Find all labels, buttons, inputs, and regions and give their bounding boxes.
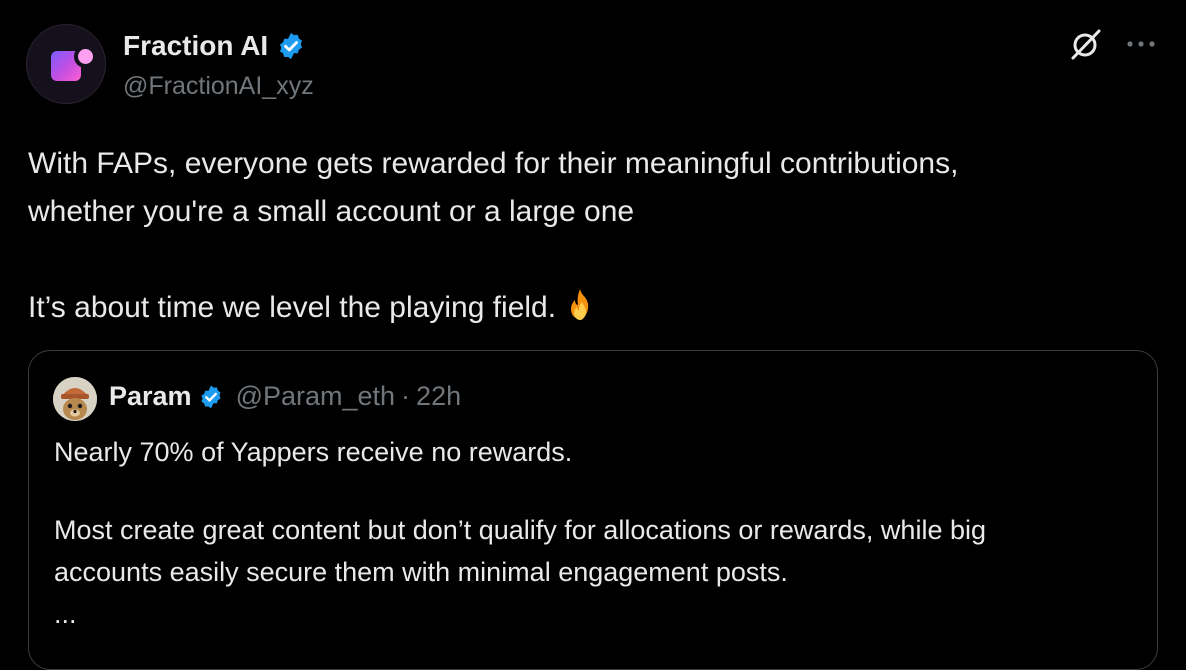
- tweet-top-actions: [1068, 26, 1158, 62]
- param-avatar[interactable]: [53, 377, 97, 421]
- quoted-tweet-body: Nearly 70% of Yappers receive no rewards…: [54, 431, 1144, 635]
- quoted-author-name[interactable]: Param: [109, 381, 192, 412]
- author-display-name[interactable]: Fraction AI: [123, 30, 268, 62]
- param-avatar-image: [53, 377, 97, 421]
- quoted-tweet-card[interactable]: Param @Param_eth · 22h Nearly 70% of Yap…: [28, 350, 1158, 670]
- verified-badge-icon: [280, 32, 303, 60]
- tweet-line-1: With FAPs, everyone gets rewarded for th…: [28, 147, 959, 180]
- avatar-logo-dot: [74, 45, 97, 68]
- quoted-line-3: accounts easily secure them with minimal…: [54, 557, 788, 587]
- quoted-timestamp[interactable]: 22h: [416, 381, 461, 412]
- author-name-row: Fraction AI: [123, 28, 306, 64]
- quoted-ellipsis: ...: [54, 599, 77, 629]
- quoted-line-2: Most create great content but don’t qual…: [54, 515, 986, 545]
- tweet-line-3: It’s about time we level the playing fie…: [28, 291, 557, 324]
- quoted-line-1: Nearly 70% of Yappers receive no rewards…: [54, 437, 573, 467]
- grok-icon[interactable]: [1068, 26, 1104, 62]
- tweet-body: With FAPs, everyone gets rewarded for th…: [28, 140, 1158, 332]
- fire-icon: [571, 289, 589, 320]
- tweet-line-3-wrap: It’s about time we level the playing fie…: [28, 284, 1158, 332]
- quoted-author-handle[interactable]: @Param_eth: [236, 381, 395, 412]
- quoted-separator: ·: [401, 381, 411, 411]
- author-handle[interactable]: @FractionAI_xyz: [123, 72, 314, 101]
- quoted-tweet-header: Param @Param_eth · 22h: [109, 381, 461, 412]
- fraction-ai-avatar[interactable]: [26, 24, 106, 104]
- verified-badge-icon: [201, 385, 221, 408]
- more-options-icon[interactable]: [1124, 27, 1158, 61]
- tweet-line-2: whether you're a small account or a larg…: [28, 195, 635, 228]
